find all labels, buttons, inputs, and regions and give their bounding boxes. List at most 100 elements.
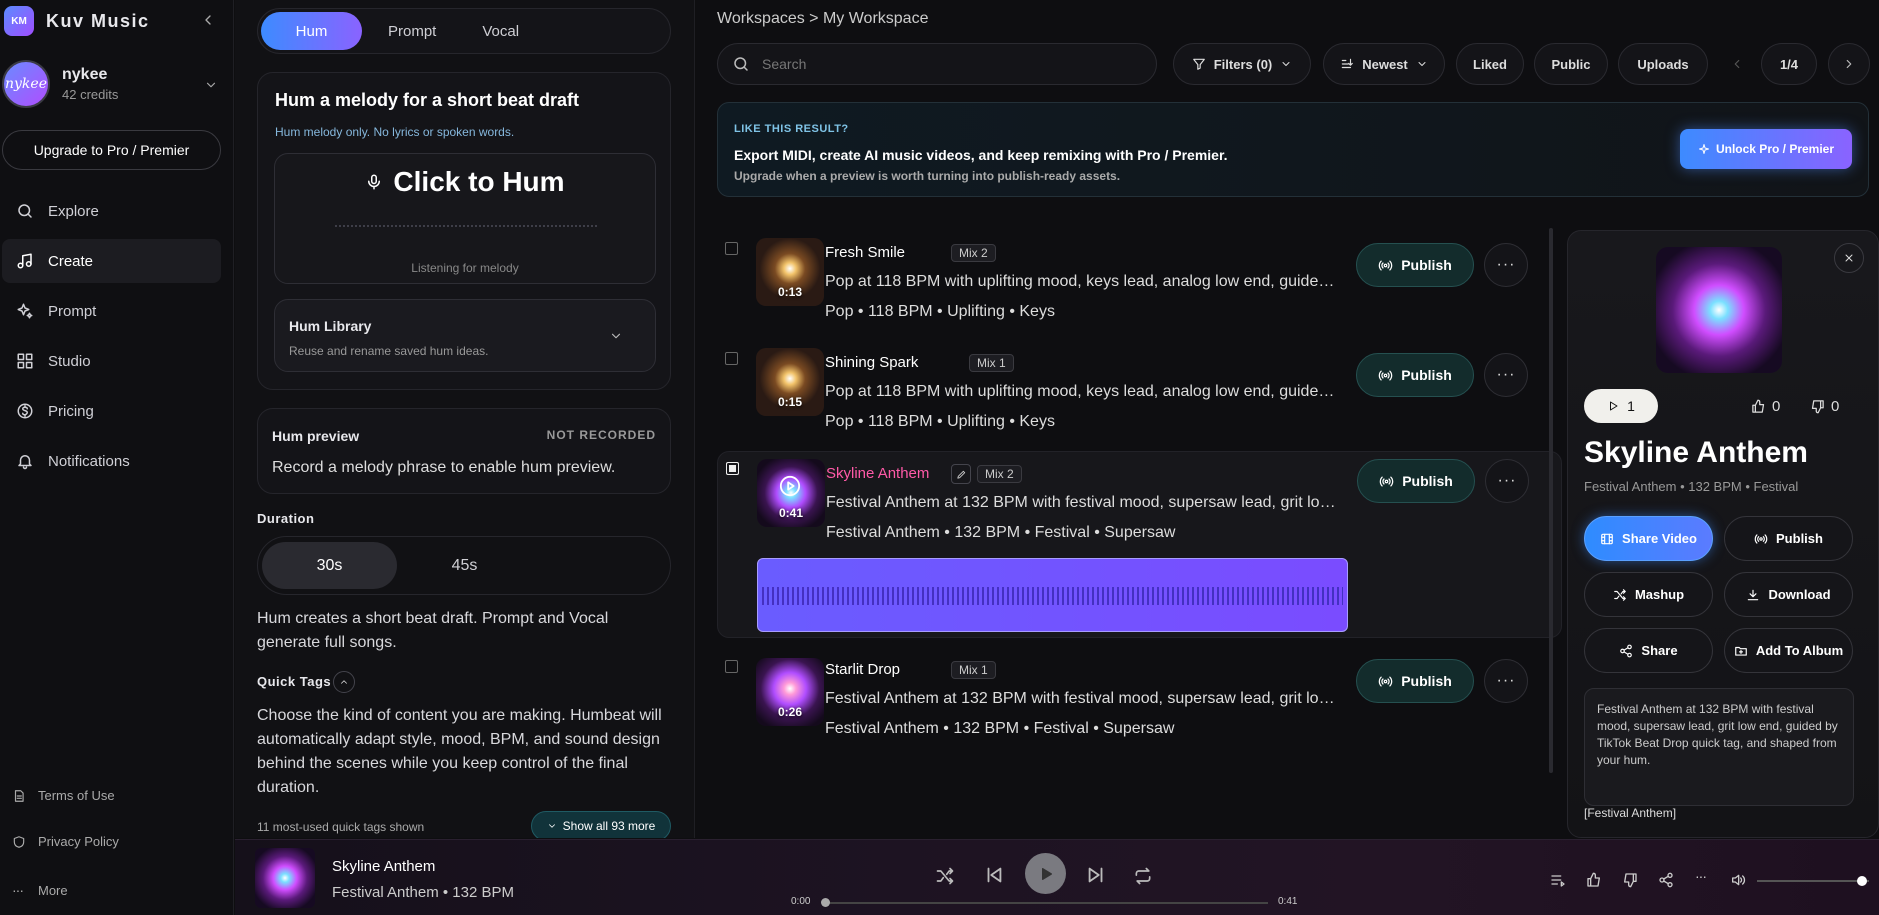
filters-button[interactable]: Filters (0) (1173, 43, 1311, 85)
banner-subtitle: Upgrade when a preview is worth turning … (734, 169, 1121, 183)
share-icon[interactable] (1658, 872, 1674, 888)
track-row[interactable]: 0:15 Shining Spark Mix 1 Pop at 118 BPM … (717, 338, 1562, 448)
hum-library[interactable]: Hum Library Reuse and rename saved hum i… (274, 299, 656, 372)
public-filter[interactable]: Public (1534, 43, 1608, 85)
broadcast-icon (1379, 260, 1393, 270)
sidebar-item-explore[interactable]: Explore (2, 189, 221, 233)
track-thumbnail[interactable]: 0:26 (756, 658, 824, 726)
sidebar-item-create[interactable]: Create (2, 239, 221, 283)
publish-button[interactable]: Publish (1724, 516, 1853, 561)
sidebar-item-pricing[interactable]: Pricing (2, 389, 221, 433)
track-title[interactable]: Starlit Drop (825, 661, 900, 678)
publish-button[interactable]: Publish (1357, 459, 1475, 503)
publish-button[interactable]: Publish (1356, 353, 1474, 397)
click-to-hum-button[interactable]: Click to Hum (275, 166, 655, 198)
track-row-selected[interactable]: 0:41 Skyline Anthem Mix 2 Festival Anthe… (717, 451, 1562, 638)
dislike-count: 0 (1831, 397, 1840, 415)
track-thumbnail[interactable]: 0:13 (756, 238, 824, 306)
volume-slider[interactable] (1757, 880, 1869, 882)
more-options-button[interactable]: ··· (1484, 659, 1528, 703)
thumbs-up-icon[interactable] (1586, 872, 1602, 888)
more-options-button[interactable]: ··· (1484, 243, 1528, 287)
upgrade-button[interactable]: Upgrade to Pro / Premier (2, 130, 221, 170)
duration-30s[interactable]: 30s (262, 542, 397, 589)
track-title[interactable]: Skyline Anthem (826, 465, 929, 482)
liked-filter[interactable]: Liked (1456, 43, 1524, 85)
list-scrollbar[interactable] (1549, 228, 1553, 773)
search-icon (18, 204, 32, 218)
uploads-filter[interactable]: Uploads (1618, 43, 1708, 85)
track-description: Festival Anthem at 132 BPM with festival… (826, 494, 1336, 511)
quick-tags-toggle[interactable] (333, 671, 355, 693)
search-input[interactable]: Search (717, 43, 1157, 85)
hum-record-area[interactable]: Click to Hum Listening for melody (274, 153, 656, 284)
collapse-sidebar-icon[interactable] (200, 12, 216, 28)
more-options-icon[interactable]: ··· (1695, 868, 1711, 884)
thumbs-down-icon[interactable] (1622, 872, 1638, 888)
volume-icon[interactable] (1730, 872, 1746, 888)
track-title[interactable]: Shining Spark (825, 354, 918, 371)
sidebar-item-notifications[interactable]: Notifications (2, 439, 221, 483)
unlock-label: Unlock Pro / Premier (1715, 142, 1835, 156)
publish-button[interactable]: Publish (1356, 243, 1474, 287)
chevron-down-icon (548, 824, 555, 828)
track-row[interactable]: 0:13 Fresh Smile Mix 2 Pop at 118 BPM wi… (717, 228, 1562, 338)
mashup-button[interactable]: Mashup (1584, 572, 1713, 617)
track-title[interactable]: Fresh Smile (825, 244, 905, 261)
track-thumbnail[interactable]: 0:41 (757, 459, 825, 527)
like-button[interactable]: 0 (1751, 389, 1780, 423)
sidebar-item-prompt[interactable]: Prompt (2, 289, 221, 333)
add-to-album-button[interactable]: Add To Album (1724, 628, 1853, 673)
volume-knob[interactable] (1857, 876, 1867, 886)
hum-card-title: Hum a melody for a short beat draft (275, 90, 580, 110)
banner-kicker: LIKE THIS RESULT? (734, 123, 849, 135)
next-icon[interactable] (1085, 864, 1107, 886)
current-time: 0:00 (791, 896, 811, 907)
player-artwork[interactable] (255, 848, 315, 908)
play-count-button[interactable]: 1 (1584, 389, 1658, 423)
player-subtitle: Festival Anthem • 132 BPM (332, 884, 514, 901)
more-link[interactable]: ··· More (8, 882, 208, 898)
close-button[interactable] (1834, 243, 1864, 273)
prev-page-button[interactable] (1716, 43, 1758, 85)
publish-button[interactable]: Publish (1356, 659, 1474, 703)
tab-vocal[interactable]: Vocal (462, 12, 539, 50)
more-options-button[interactable]: ··· (1484, 353, 1528, 397)
tab-hum[interactable]: Hum (261, 12, 362, 50)
dislike-button[interactable]: 0 (1810, 389, 1839, 423)
progress-bar[interactable] (823, 902, 1268, 904)
sort-button[interactable]: Newest (1323, 43, 1445, 85)
app-logo[interactable]: KM Kuv Music (4, 6, 150, 36)
user-menu[interactable]: nykee nykee 42 credits (2, 60, 222, 108)
track-thumbnail[interactable]: 0:15 (756, 348, 824, 416)
queue-icon[interactable] (1550, 872, 1566, 888)
duration-45s[interactable]: 45s (397, 542, 532, 589)
waveform-scrubber[interactable] (757, 558, 1348, 632)
share-video-button[interactable]: Share Video (1584, 516, 1713, 561)
download-button[interactable]: Download (1724, 572, 1853, 617)
track-checkbox[interactable] (725, 660, 738, 673)
tab-prompt[interactable]: Prompt (368, 12, 456, 50)
previous-icon[interactable] (983, 864, 1005, 886)
track-row[interactable]: 0:26 Starlit Drop Mix 1 Festival Anthem … (717, 648, 1562, 758)
sort-icon (1341, 58, 1354, 69)
edit-title-button[interactable] (951, 464, 971, 484)
play-button[interactable] (1025, 853, 1066, 894)
track-checkbox[interactable] (726, 462, 739, 475)
more-options-button[interactable]: ··· (1485, 459, 1529, 503)
publish-label: Publish (1402, 473, 1453, 489)
repeat-icon[interactable] (1133, 866, 1153, 886)
unlock-pro-button[interactable]: Unlock Pro / Premier (1680, 129, 1852, 169)
track-checkbox[interactable] (725, 242, 738, 255)
privacy-link[interactable]: Privacy Policy (8, 834, 208, 849)
player-title[interactable]: Skyline Anthem (332, 858, 435, 875)
breadcrumb[interactable]: Workspaces > My Workspace (717, 10, 928, 28)
track-checkbox[interactable] (725, 352, 738, 365)
share-button[interactable]: Share (1584, 628, 1713, 673)
shuffle-icon[interactable] (935, 866, 955, 886)
sidebar-item-studio[interactable]: Studio (2, 339, 221, 383)
progress-knob[interactable] (821, 898, 830, 907)
next-page-button[interactable] (1828, 43, 1870, 85)
show-all-tags-button[interactable]: Show all 93 more (531, 811, 671, 838)
terms-link[interactable]: Terms of Use (8, 788, 208, 803)
